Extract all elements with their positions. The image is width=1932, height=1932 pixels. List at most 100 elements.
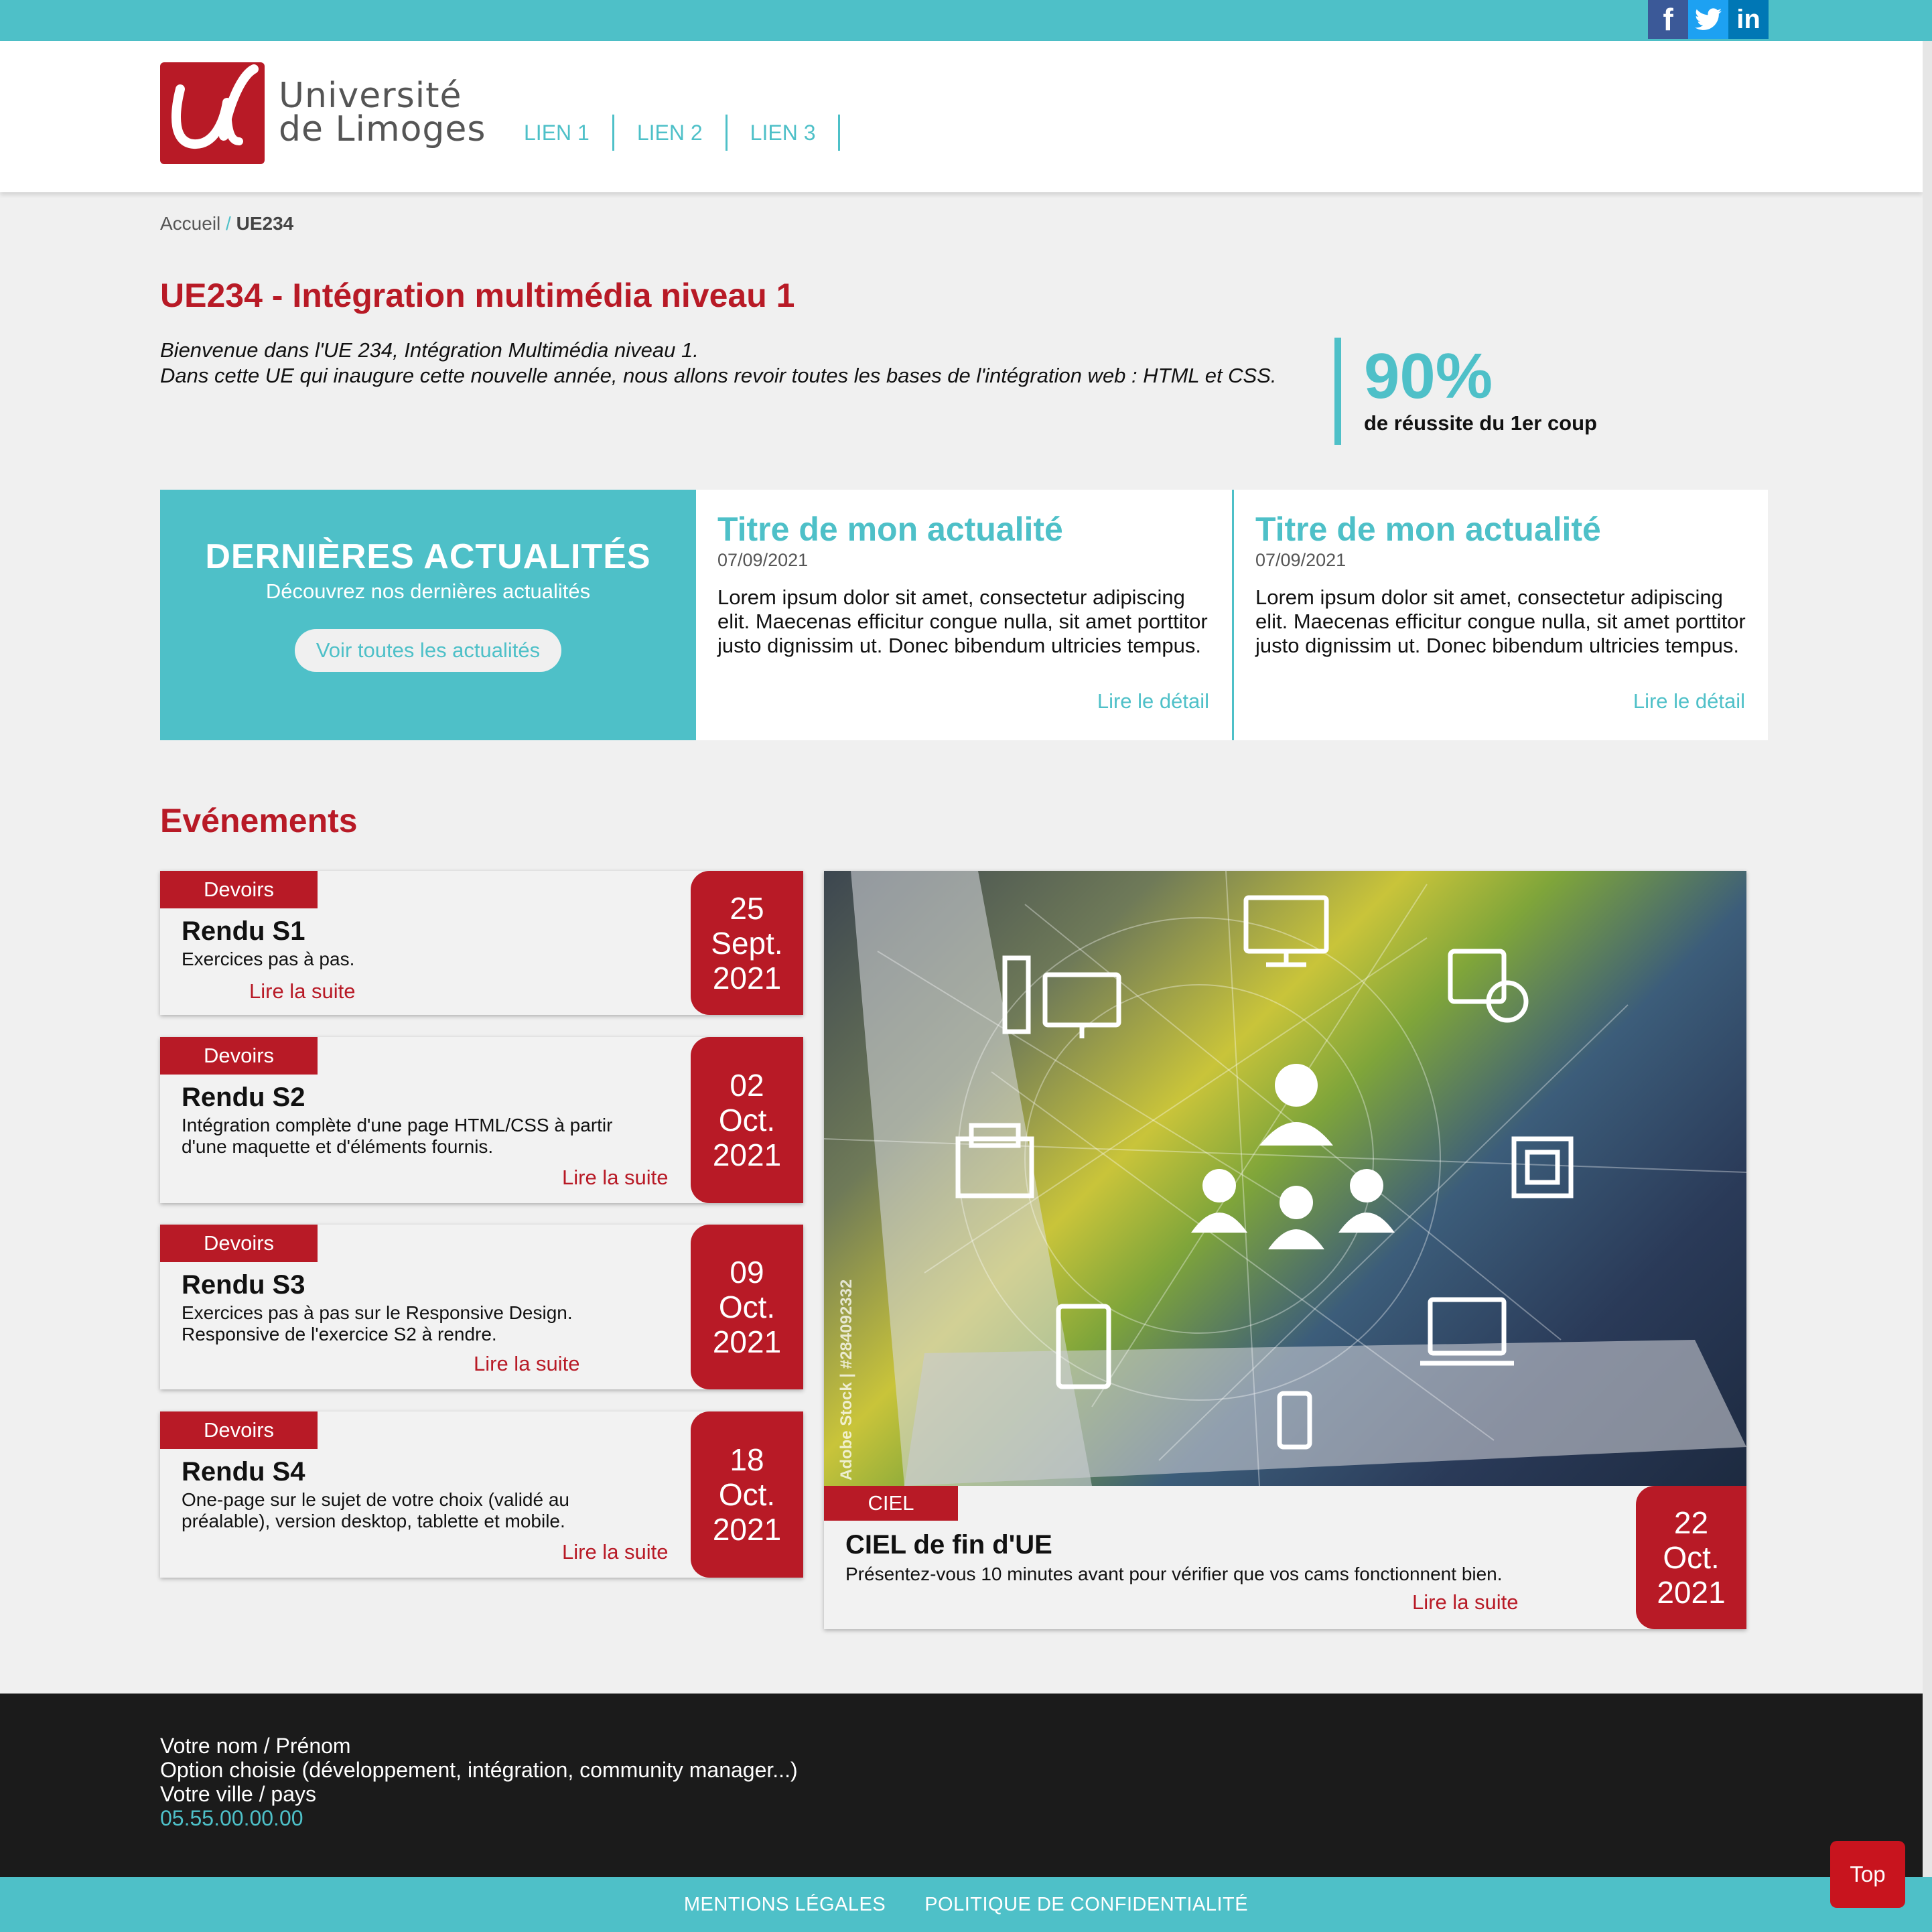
news-card-link[interactable]: Lire le détail — [1633, 689, 1745, 713]
events-title: Evénements — [160, 802, 358, 839]
back-to-top-button[interactable]: Top — [1830, 1841, 1905, 1908]
event-month: Sept. — [711, 925, 783, 961]
event-tag: CIEL — [824, 1486, 958, 1521]
legal-notice-link[interactable]: MENTIONS LÉGALES — [684, 1894, 886, 1916]
event-year: 2021 — [712, 960, 782, 995]
news-card-title[interactable]: Titre de mon actualité — [717, 510, 1211, 549]
event-name: CIEL de fin d'UE — [845, 1530, 1052, 1560]
facebook-icon[interactable]: f — [1648, 0, 1688, 39]
footer-name: Votre nom / Prénom — [160, 1734, 351, 1758]
event-read-more-link[interactable]: Lire la suite — [1412, 1590, 1519, 1614]
page-title: UE234 - Intégration multimédia niveau 1 — [160, 277, 795, 314]
news-feature-title: DERNIÈRES ACTUALITÉS — [205, 537, 651, 576]
event-year: 2021 — [712, 1512, 782, 1547]
event-date-badge: 02 Oct. 2021 — [691, 1037, 803, 1203]
event-date-badge: 25 Sept. 2021 — [691, 871, 803, 1015]
event-desc: Exercices pas à pas. — [182, 949, 650, 970]
event-month: Oct. — [718, 1477, 776, 1512]
success-stat: 90% de réussite du 1er coup — [1334, 338, 1597, 445]
event-desc: Exercices pas à pas sur le Responsive De… — [182, 1302, 650, 1345]
event-tag: Devoirs — [160, 1411, 318, 1449]
event-card: Devoirs Rendu S4 One-page sur le sujet d… — [160, 1411, 803, 1578]
event-tag: Devoirs — [160, 871, 318, 908]
news-feature-panel: DERNIÈRES ACTUALITÉS Découvrez nos derni… — [160, 490, 696, 740]
news-feature-subtitle: Découvrez nos dernières actualités — [265, 579, 591, 603]
event-date-badge: 22 Oct. 2021 — [1636, 1486, 1746, 1629]
event-desc-line: préalable), version desktop, tablette et… — [182, 1511, 565, 1531]
event-desc-line: Responsive de l'exercice S2 à rendre. — [182, 1324, 497, 1344]
site-footer: Votre nom / Prénom Option choisie (dével… — [0, 1694, 1932, 1877]
event-desc-line: Exercices pas à pas sur le Responsive De… — [182, 1302, 573, 1323]
main-nav: LIEN 1 LIEN 2 LIEN 3 — [509, 115, 841, 151]
event-month: Oct. — [1663, 1540, 1720, 1575]
event-tag: Devoirs — [160, 1225, 318, 1262]
event-day: 22 — [1673, 1505, 1709, 1540]
twitter-icon[interactable] — [1688, 0, 1728, 39]
privacy-policy-link[interactable]: POLITIQUE DE CONFIDENTIALITÉ — [924, 1894, 1248, 1916]
event-name: Rendu S4 — [182, 1457, 305, 1487]
scrollbar[interactable] — [1923, 41, 1932, 1877]
event-desc: Présentez-vous 10 minutes avant pour vér… — [845, 1564, 1503, 1584]
nav-link-3[interactable]: LIEN 3 — [728, 115, 841, 151]
news-card: Titre de mon actualité 07/09/2021 Lorem … — [1232, 490, 1768, 740]
event-month: Oct. — [718, 1103, 776, 1137]
event-desc: One-page sur le sujet de votre choix (va… — [182, 1489, 650, 1532]
footer-contact: Votre nom / Prénom Option choisie (dével… — [160, 1734, 798, 1830]
nav-link-2[interactable]: LIEN 2 — [614, 115, 728, 151]
featured-event-image[interactable]: Adobe Stock | #284092332 — [824, 871, 1746, 1486]
breadcrumb-current: UE234 — [236, 213, 294, 234]
event-desc: Intégration complète d'une page HTML/CSS… — [182, 1115, 650, 1158]
footer-phone-link[interactable]: 05.55.00.00.00 — [160, 1806, 303, 1830]
event-tag: Devoirs — [160, 1037, 318, 1075]
event-read-more-link[interactable]: Lire la suite — [249, 979, 356, 1004]
news-card: Titre de mon actualité 07/09/2021 Lorem … — [696, 490, 1232, 740]
breadcrumb-home-link[interactable]: Accueil — [160, 213, 220, 234]
breadcrumb: Accueil / UE234 — [160, 213, 293, 234]
event-day: 09 — [730, 1255, 764, 1290]
event-read-more-link[interactable]: Lire la suite — [562, 1540, 669, 1564]
footer-option: Option choisie (développement, intégrati… — [160, 1758, 798, 1782]
event-card: Devoirs Rendu S3 Exercices pas à pas sur… — [160, 1225, 803, 1389]
event-day: 18 — [730, 1442, 764, 1477]
top-social-bar: f in — [0, 0, 1932, 41]
news-card-date: 07/09/2021 — [717, 550, 809, 570]
news-section: DERNIÈRES ACTUALITÉS Découvrez nos derni… — [160, 490, 1768, 740]
featured-event-card: Adobe Stock | #284092332 CIEL CIEL de fi… — [824, 871, 1746, 1629]
event-date-badge: 09 Oct. 2021 — [691, 1225, 803, 1389]
event-year: 2021 — [712, 1324, 782, 1359]
intro-text: Bienvenue dans l'UE 234, Intégration Mul… — [160, 338, 1339, 389]
event-name: Rendu S1 — [182, 916, 305, 946]
event-desc-line: d'une maquette et d'éléments fournis. — [182, 1136, 494, 1157]
footer-city: Votre ville / pays — [160, 1782, 316, 1806]
nav-link-1[interactable]: LIEN 1 — [509, 115, 614, 151]
news-card-date: 07/09/2021 — [1255, 550, 1347, 570]
event-read-more-link[interactable]: Lire la suite — [474, 1352, 580, 1376]
event-year: 2021 — [712, 1137, 782, 1172]
event-card: Devoirs Rendu S2 Intégration complète d'… — [160, 1037, 803, 1203]
site-header: Université de Limoges LIEN 1 LIEN 2 LIEN… — [0, 41, 1923, 192]
news-card-title[interactable]: Titre de mon actualité — [1255, 510, 1746, 549]
event-month: Oct. — [718, 1290, 776, 1324]
event-card: Devoirs Rendu S1 Exercices pas à pas. Li… — [160, 871, 803, 1015]
event-read-more-link[interactable]: Lire la suite — [562, 1166, 669, 1190]
legal-bar: MENTIONS LÉGALES POLITIQUE DE CONFIDENTI… — [0, 1877, 1932, 1932]
all-news-button[interactable]: Voir toutes les actualités — [294, 629, 562, 672]
event-name: Rendu S3 — [182, 1270, 305, 1300]
event-name: Rendu S2 — [182, 1083, 305, 1112]
event-day: 25 — [730, 890, 764, 926]
image-watermark: Adobe Stock | #284092332 — [837, 1279, 855, 1480]
event-desc-line: One-page sur le sujet de votre choix (va… — [182, 1489, 569, 1510]
breadcrumb-separator: / — [220, 213, 236, 234]
university-logo-icon[interactable] — [160, 62, 265, 164]
event-desc-line: Exercices pas à pas. — [182, 949, 355, 969]
stat-value: 90% — [1364, 340, 1493, 412]
event-desc-line: Intégration complète d'une page HTML/CSS… — [182, 1115, 613, 1135]
event-year: 2021 — [1657, 1575, 1726, 1610]
news-card-link[interactable]: Lire le détail — [1097, 689, 1209, 713]
event-day: 02 — [730, 1068, 764, 1103]
linkedin-icon[interactable]: in — [1728, 0, 1769, 39]
news-card-text: Lorem ipsum dolor sit amet, consectetur … — [717, 585, 1208, 657]
logo-text: de Limoges — [279, 109, 486, 149]
intro-line: Bienvenue dans l'UE 234, Intégration Mul… — [160, 338, 699, 362]
news-card-text: Lorem ipsum dolor sit amet, consectetur … — [1255, 585, 1746, 657]
